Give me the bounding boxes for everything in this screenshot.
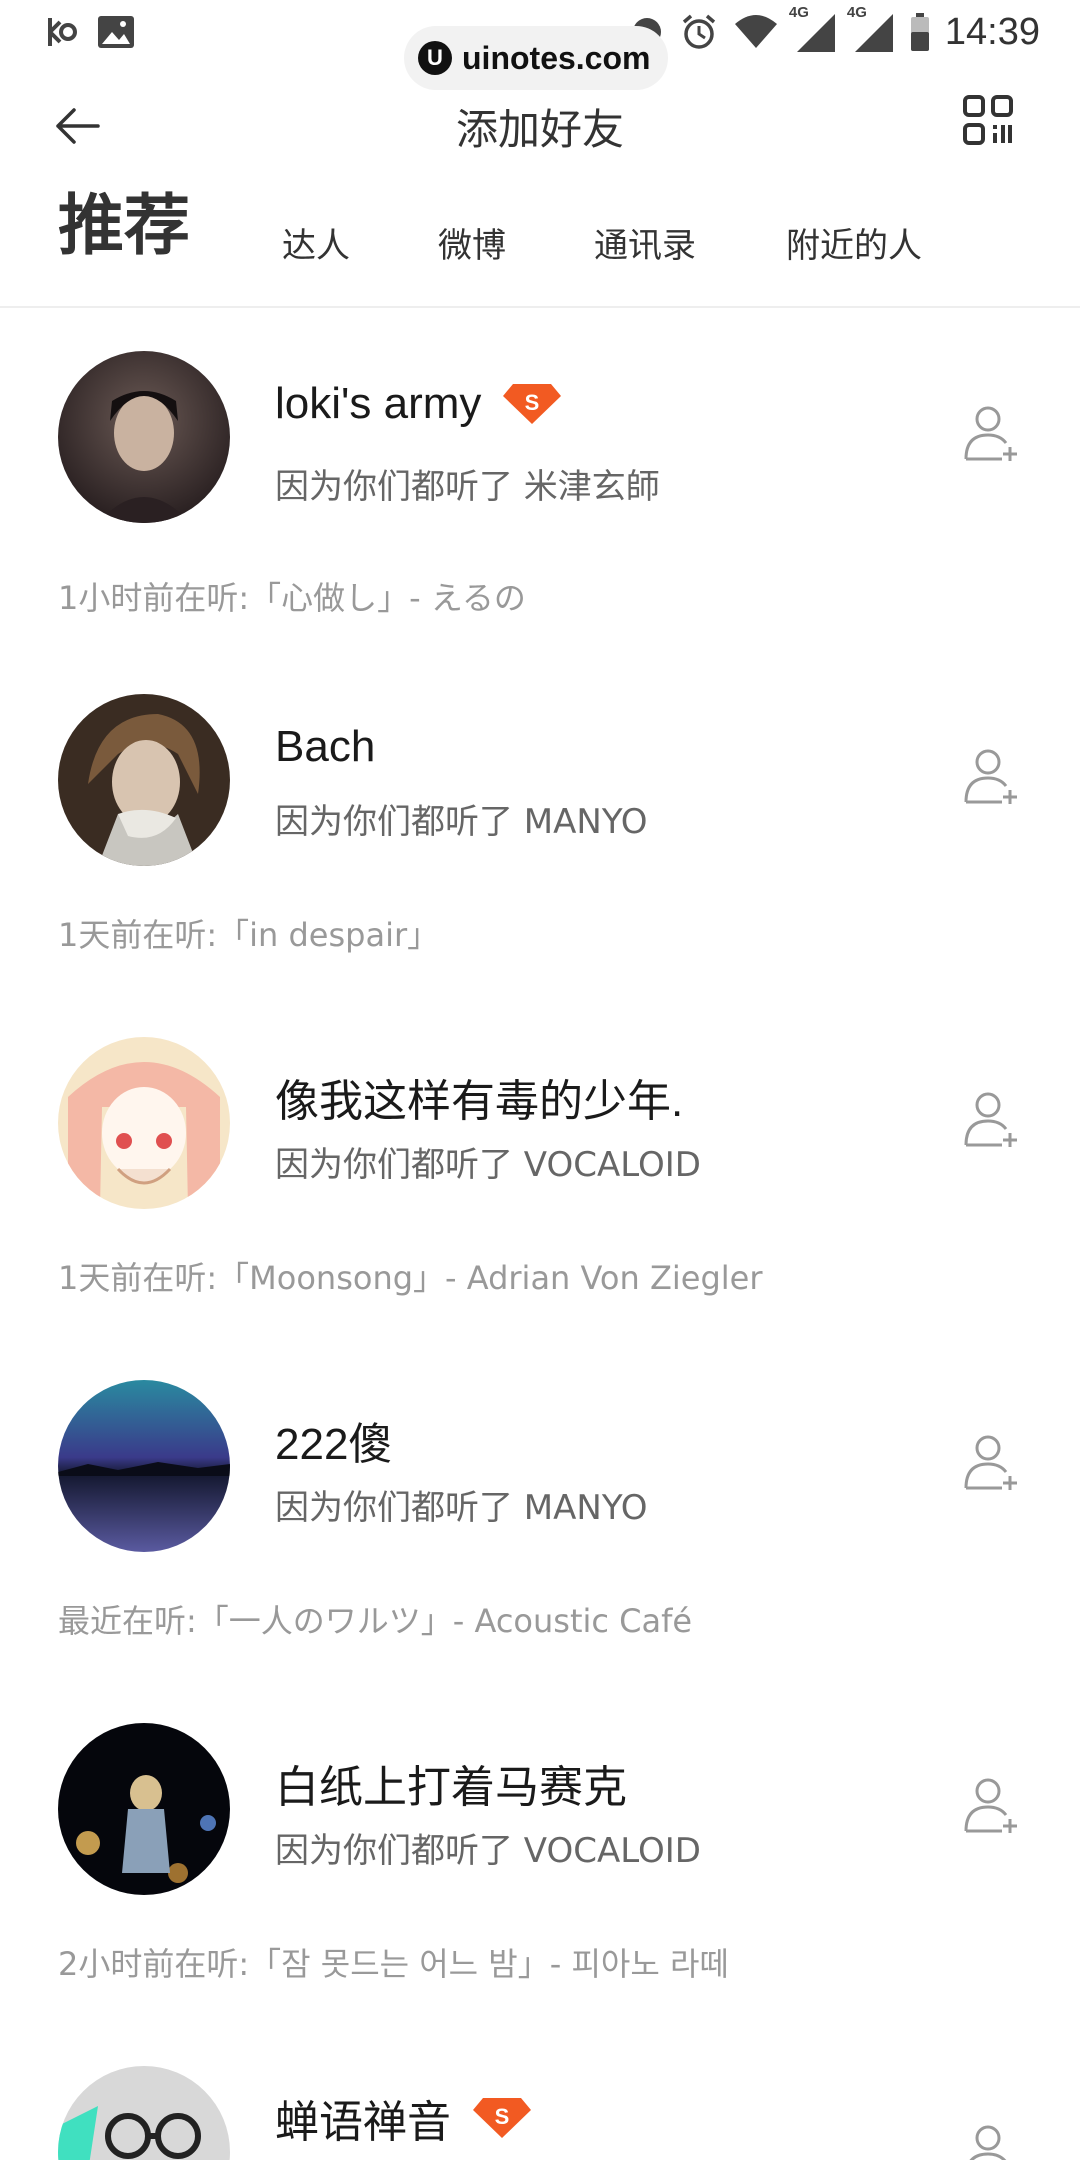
network-type-2: 4G: [846, 4, 867, 21]
clock: 14:39: [944, 10, 1040, 53]
listening-status: 2小时前在听:「잠 못드는 어느 밤」- 피아노 라떼: [58, 1945, 729, 1983]
add-friend-icon[interactable]: [962, 403, 1024, 465]
user-name[interactable]: 蝉语禅音: [275, 2086, 451, 2150]
image-icon: [98, 16, 134, 48]
user-name[interactable]: loki's army: [275, 379, 481, 429]
watermark-text: uinotes.com: [462, 39, 651, 76]
signal-2-icon: 4G: [847, 4, 895, 54]
page-title: 添加好友: [455, 105, 624, 154]
signal-1-icon: 4G: [789, 4, 837, 54]
recommend-reason: 因为你们都听了 VOCALOID: [275, 1831, 701, 1871]
tab-experts[interactable]: 达人: [282, 218, 350, 267]
watermark-logo: U: [418, 41, 452, 75]
avatar-lake[interactable]: [58, 1380, 230, 1552]
vip-badge-icon: S: [503, 384, 562, 424]
list-item[interactable]: 蝉语禅音 S: [0, 2066, 1080, 2160]
add-friend-icon[interactable]: [962, 2122, 1024, 2160]
avatar-bach[interactable]: [58, 694, 230, 866]
alarm-icon: [682, 14, 716, 49]
qr-code-icon[interactable]: [962, 94, 1014, 146]
user-name[interactable]: 白纸上打着马赛克: [275, 1751, 627, 1815]
vip-badge-icon: S: [473, 2098, 531, 2138]
wifi-icon: [734, 15, 777, 48]
header: 添加好友: [0, 80, 1080, 170]
add-friend-icon[interactable]: [962, 746, 1024, 808]
list-item[interactable]: loki's army S 因为你们都听了 米津玄師 1小时前在听:「心做し」-…: [0, 351, 1080, 694]
add-friend-icon[interactable]: [962, 1432, 1024, 1494]
add-friend-icon[interactable]: [962, 1089, 1024, 1151]
network-type-1: 4G: [788, 4, 809, 21]
recommend-reason: 因为你们都听了 VOCALOID: [275, 1145, 701, 1185]
user-name[interactable]: 像我这样有毒的少年.: [275, 1065, 683, 1129]
listening-status: 1天前在听:「Moonsong」- Adrian Von Ziegler: [58, 1259, 763, 1297]
tab-bar: 推荐 达人 微博 通讯录 附近的人: [0, 172, 1080, 308]
listening-status: 最近在听:「一人のワルツ」- Acoustic Café: [58, 1602, 693, 1640]
recommend-reason: 因为你们都听了 MANYO: [275, 1488, 648, 1528]
recommend-reason: 因为你们都听了 MANYO: [275, 802, 648, 842]
add-friend-icon[interactable]: [962, 1775, 1024, 1837]
avatar-glasses[interactable]: [58, 2066, 230, 2160]
badge-label: S: [495, 2104, 510, 2129]
cast-icon: [48, 18, 77, 46]
avatar-night[interactable]: [58, 1723, 230, 1895]
listening-status: 1天前在听:「in despair」: [58, 916, 440, 954]
list-item[interactable]: Bach 因为你们都听了 MANYO 1天前在听:「in despair」: [0, 694, 1080, 1037]
avatar-anime[interactable]: [58, 1037, 230, 1209]
tab-weibo[interactable]: 微博: [438, 218, 506, 267]
list-item[interactable]: 像我这样有毒的少年. 因为你们都听了 VOCALOID 1天前在听:「Moons…: [0, 1037, 1080, 1380]
tab-contacts[interactable]: 通讯录: [594, 218, 696, 267]
tab-nearby[interactable]: 附近的人: [786, 218, 922, 267]
user-name[interactable]: Bach: [275, 722, 375, 772]
battery-icon: [910, 13, 929, 51]
list-item[interactable]: 222傻 因为你们都听了 MANYO 最近在听:「一人のワルツ」- Acoust…: [0, 1380, 1080, 1723]
avatar-loki[interactable]: [58, 351, 230, 523]
badge-label: S: [525, 390, 540, 415]
list-item[interactable]: 白纸上打着马赛克 因为你们都听了 VOCALOID 2小时前在听:「잠 못드는 …: [0, 1723, 1080, 2066]
user-name[interactable]: 222傻: [275, 1408, 392, 1472]
tab-recommend[interactable]: 推荐: [58, 172, 190, 268]
listening-status: 1小时前在听:「心做し」- えるの: [58, 579, 526, 617]
recommend-reason: 因为你们都听了 米津玄師: [275, 467, 660, 507]
